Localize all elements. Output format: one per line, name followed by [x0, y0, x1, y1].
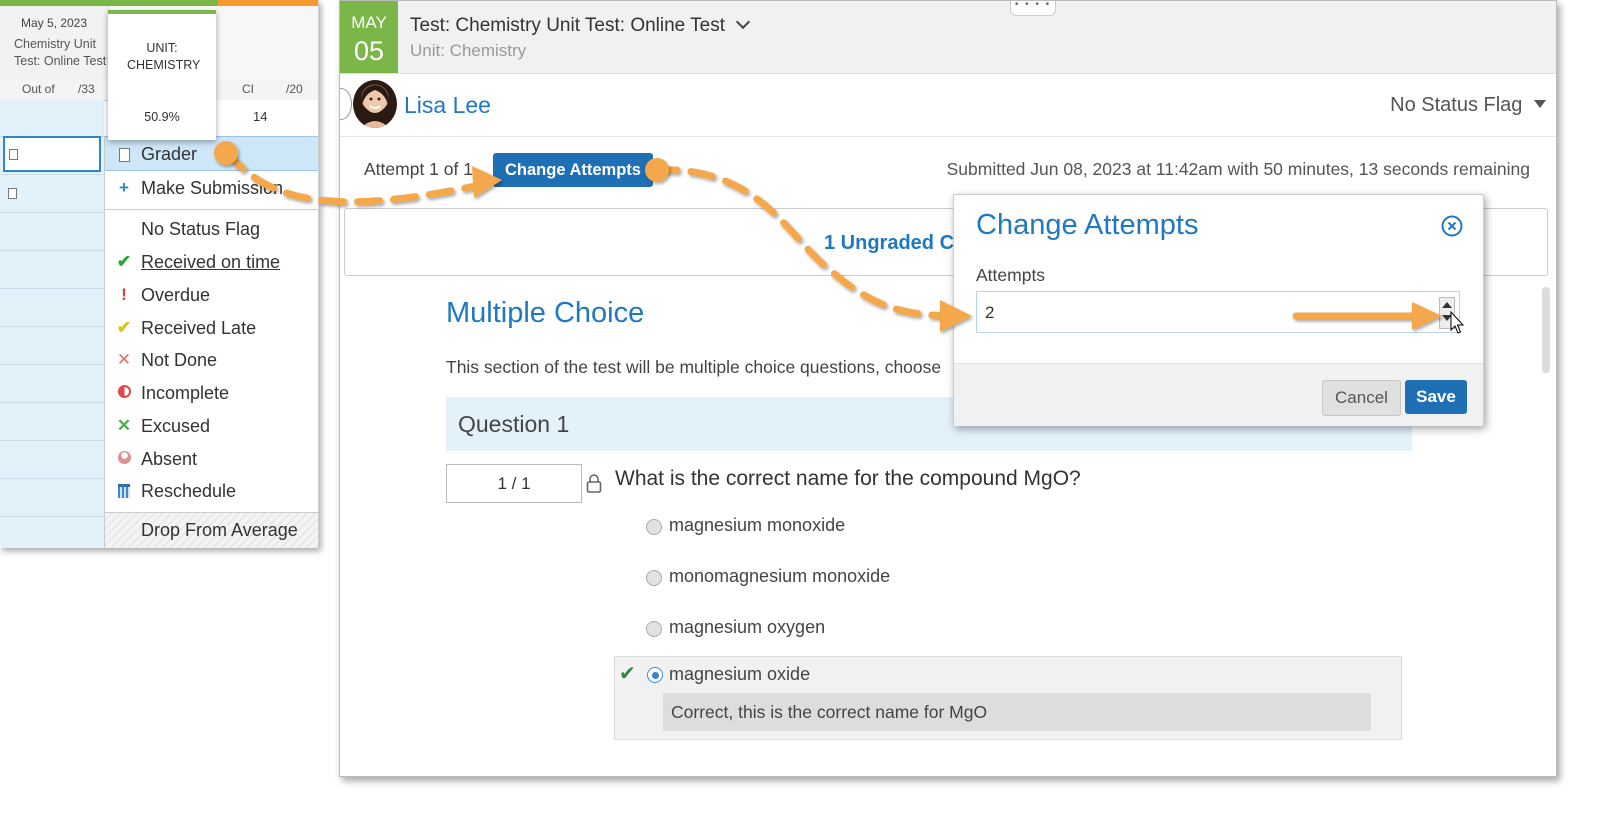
lock-icon[interactable]: [586, 473, 602, 493]
attempt-count: Attempt 1 of 1: [364, 159, 473, 179]
option-radio-4-selected: [647, 667, 663, 683]
date-badge: MAY 05: [340, 1, 398, 73]
menu-item-make-submission[interactable]: + Make Submission: [105, 171, 318, 204]
calendar-icon: [115, 481, 133, 503]
attempts-label: Attempts: [976, 265, 1046, 285]
scrollbar[interactable]: [1542, 287, 1550, 373]
change-attempts-dialog: Change Attempts Attempts 2 Cancel Save: [953, 194, 1484, 426]
student-name[interactable]: Lisa Lee: [404, 92, 491, 119]
dialog-footer: [954, 363, 1483, 426]
save-button[interactable]: Save: [1405, 380, 1467, 414]
unit-percent: 50.9%: [144, 110, 180, 124]
menu-item-no-status-flag[interactable]: No Status Flag: [105, 212, 318, 245]
out-of-value: /33: [78, 82, 95, 96]
menu-item-excused[interactable]: ✕ Excused: [105, 409, 318, 442]
date-month: MAY: [351, 13, 387, 32]
x-icon: ✕: [116, 350, 132, 369]
spin-up-icon[interactable]: [1442, 302, 1452, 308]
answer-feedback: Correct, this is the correct name for Mg…: [663, 693, 1371, 731]
option-radio-1: [646, 519, 662, 535]
ci-out-of: /20: [286, 82, 303, 96]
ungraded-link[interactable]: 1 Ungraded C: [824, 232, 954, 255]
unit-column-header[interactable]: UNIT: CHEMISTRY 50.9%: [108, 10, 216, 140]
submission-info: Submitted Jun 08, 2023 at 11:42am with 5…: [946, 159, 1530, 179]
gradebook-panel: May 5, 2023 Chemistry Unit Test: Online …: [0, 0, 319, 548]
selected-grade-cell[interactable]: [3, 136, 101, 172]
person-icon: [115, 449, 133, 469]
option-radio-3: [646, 621, 662, 637]
student-row: Lisa Lee No Status Flag: [340, 74, 1556, 137]
attempts-input[interactable]: 2: [976, 291, 1460, 333]
assessment-title-dropdown[interactable]: Test: Chemistry Unit Test: Online Test: [410, 14, 751, 37]
section-title: Multiple Choice: [446, 297, 645, 329]
menu-item-received-late[interactable]: ✔ Received Late: [105, 311, 318, 344]
assessment-unit: Unit: Chemistry: [410, 41, 527, 60]
column-date: May 5, 2023: [20, 16, 88, 30]
question-score-input[interactable]: 1 / 1: [446, 464, 582, 503]
grade-context-menu: Grader + Make Submission No Status Flag …: [104, 136, 318, 548]
option-2: monomagnesium monoxide: [669, 566, 891, 586]
ci-score: 14: [253, 109, 268, 124]
ci-label: CI: [242, 82, 254, 96]
menu-item-absent[interactable]: Absent: [105, 442, 318, 475]
option-3: magnesium oxygen: [669, 617, 826, 637]
check-icon: ✔: [116, 252, 132, 271]
menu-item-incomplete[interactable]: Incomplete: [105, 376, 318, 409]
change-attempts-button[interactable]: Change Attempts: [493, 153, 653, 187]
option-1: magnesium monoxide: [669, 515, 846, 535]
number-spinner[interactable]: [1439, 297, 1455, 329]
menu-item-drop-from-average[interactable]: Drop From Average: [105, 512, 318, 548]
document-icon: [9, 149, 18, 160]
chevron-down-icon: [736, 14, 751, 30]
document-icon: [8, 188, 17, 199]
drag-handle[interactable]: • • • •: [1010, 1, 1056, 16]
half-circle-icon: [115, 383, 133, 403]
document-icon: [115, 144, 133, 167]
avatar: [353, 80, 397, 128]
question-text: What is the correct name for the compoun…: [615, 467, 1081, 490]
dialog-title: Change Attempts: [976, 209, 1199, 241]
option-4: magnesium oxide: [669, 664, 811, 684]
section-description: This section of the test will be multipl…: [446, 357, 942, 377]
menu-item-not-done[interactable]: ✕ Not Done: [105, 343, 318, 376]
option-radio-2: [646, 570, 662, 586]
ci-score-cell[interactable]: 14: [216, 100, 318, 137]
question-heading: Question 1: [458, 411, 570, 437]
exclamation-icon: !: [121, 285, 127, 304]
late-check-icon: ✔: [116, 318, 132, 337]
menu-item-grader[interactable]: Grader: [105, 136, 318, 171]
menu-item-received-on-time[interactable]: ✔ Received on time: [105, 245, 318, 278]
spin-down-icon[interactable]: [1442, 315, 1452, 321]
previous-student-button[interactable]: [340, 88, 352, 120]
date-day: 05: [353, 36, 385, 66]
correct-check-icon: ✔: [619, 663, 636, 685]
assessment-column-header[interactable]: May 5, 2023 Chemistry Unit Test: Online …: [0, 6, 109, 80]
menu-item-reschedule[interactable]: Reschedule: [105, 474, 318, 507]
unit-title: UNIT: CHEMISTRY: [127, 41, 201, 72]
close-icon[interactable]: [1441, 215, 1463, 237]
x-icon: ✕: [116, 416, 132, 435]
status-flag-dropdown[interactable]: No Status Flag: [1390, 94, 1546, 117]
menu-item-overdue[interactable]: ! Overdue: [105, 278, 318, 311]
cancel-button[interactable]: Cancel: [1322, 380, 1401, 416]
caret-down-icon: [1534, 100, 1546, 108]
out-of-label: Out of: [22, 82, 55, 96]
assessment-header: MAY 05 Test: Chemistry Unit Test: Online…: [340, 1, 1556, 74]
column-name: Chemistry Unit Test: Online Test: [14, 37, 107, 68]
plus-icon: +: [119, 178, 129, 197]
ci-column-header: [216, 6, 318, 80]
